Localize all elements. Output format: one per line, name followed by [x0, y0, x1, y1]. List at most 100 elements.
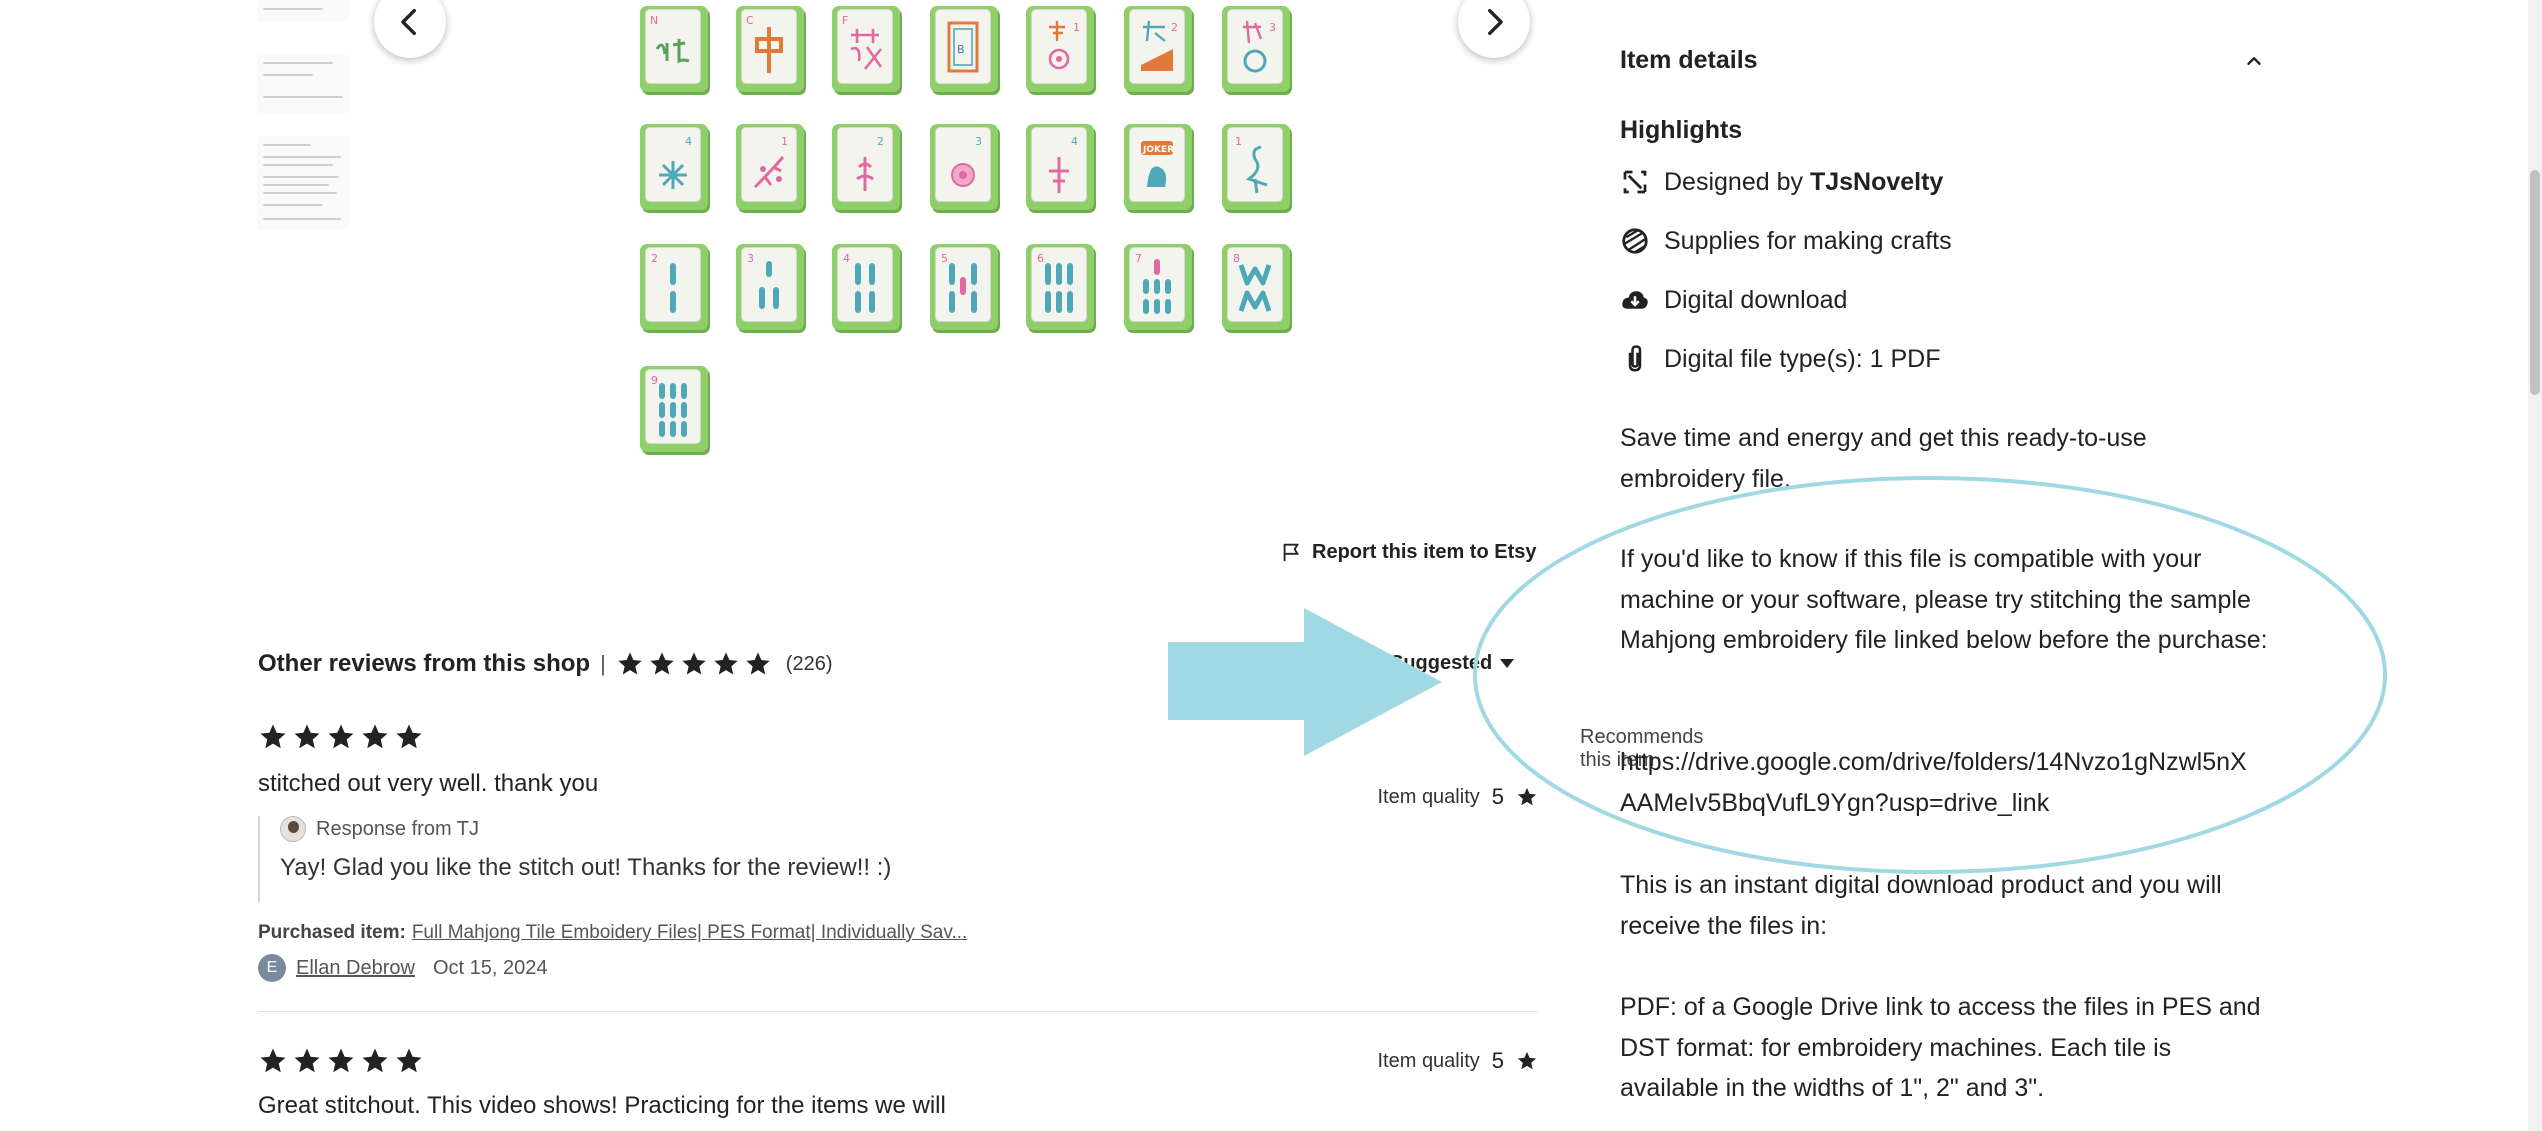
response-by: Response from TJ — [316, 817, 480, 840]
chevron-right-icon — [1488, 8, 1503, 36]
mahjong-tile: C — [736, 6, 804, 92]
svg-text:B: B — [957, 43, 965, 56]
mahjong-tile: 1 — [1026, 6, 1094, 92]
mahjong-tile: 2 — [640, 244, 708, 330]
svg-text:JOKER: JOKER — [1142, 145, 1174, 155]
mahjong-tile: 2 — [1124, 6, 1192, 92]
tile-mark: 1 — [1235, 135, 1242, 148]
tile-mark: 4 — [685, 135, 692, 148]
tile-mark: 3 — [975, 135, 982, 148]
reviews-title: Other reviews from this shop — [258, 650, 591, 677]
mahjong-tile: 3 — [1222, 6, 1290, 92]
star-icon — [396, 1048, 422, 1073]
star-icon — [294, 724, 320, 749]
star-icon — [362, 1048, 388, 1073]
scrollbar-thumb[interactable] — [2530, 170, 2540, 395]
mahjong-tile: B — [930, 6, 998, 92]
reviewer-avatar: E — [258, 954, 286, 982]
response-header: Response from TJ — [280, 816, 891, 842]
tile-mark: 1 — [781, 135, 788, 148]
highlight-designed-by: Designed by TJsNovelty — [1620, 167, 1943, 197]
tile-mark: 9 — [651, 374, 658, 387]
tile-mark: 3 — [1269, 21, 1276, 34]
paperclip-icon — [1628, 345, 1642, 372]
purchased-label: Purchased item: — [258, 922, 406, 943]
designer-icon — [1623, 170, 1647, 194]
chevron-left-icon — [401, 8, 416, 36]
review-divider — [258, 1011, 1538, 1012]
quality-label: Item quality — [1377, 1049, 1480, 1072]
description-para-4: PDF: of a Google Drive link to access th… — [1620, 993, 2261, 1102]
quality-value: 5 — [1491, 1048, 1504, 1073]
mahjong-tile: N — [640, 6, 708, 92]
highlight-supplies: Supplies for making crafts — [1620, 226, 1952, 256]
tile-mark: 4 — [1071, 135, 1078, 148]
star-icon — [260, 1048, 286, 1073]
review-count: (226) — [785, 652, 833, 675]
chevron-up-icon — [2247, 56, 2261, 65]
star-icon — [328, 1048, 354, 1073]
mahjong-tile: 8 — [1222, 244, 1290, 330]
review-card: Great stitchout. This video shows! Pract… — [258, 1046, 1538, 1131]
designer-name: TJsNovelty — [1809, 167, 1944, 196]
review-date: Oct 15, 2024 — [432, 956, 548, 979]
highlights-title: Highlights — [1620, 116, 1743, 144]
thumbnail-1[interactable] — [257, 0, 349, 22]
download-label: Digital download — [1664, 285, 1848, 314]
review-text: stitched out very well. thank you — [258, 770, 599, 797]
listing-image-tiles: N C F B 1 2 3 4 1 2 3 4 JOKER 1 2 3 4 5 … — [640, 0, 1320, 460]
mahjong-tile: F — [832, 6, 900, 92]
review-text: Great stitchout. This video shows! Pract… — [258, 1092, 946, 1119]
designed-by-prefix: Designed by — [1664, 167, 1803, 196]
tile-mark: F — [842, 14, 848, 27]
mahjong-tile: 6 — [1026, 244, 1094, 330]
mahjong-tile: JOKER — [1124, 124, 1192, 210]
star-icon — [328, 724, 354, 749]
star-icon — [396, 724, 422, 749]
mahjong-tile: 5 — [930, 244, 998, 330]
tile-mark: 3 — [747, 252, 754, 265]
gallery-next-button[interactable] — [1458, 0, 1530, 58]
response-text: Yay! Glad you like the stitch out! Thank… — [280, 854, 892, 881]
tile-mark: N — [650, 14, 658, 27]
review-stars — [258, 1046, 1538, 1076]
shop-response: Response from TJ Yay! Glad you like the … — [258, 816, 891, 902]
reviewer-info: E Ellan Debrow Oct 15, 2024 — [258, 954, 547, 982]
mahjong-tile: 7 — [1124, 244, 1192, 330]
tile-mark: 2 — [877, 135, 884, 148]
yarn-icon — [1622, 228, 1648, 254]
thumbnail-2[interactable] — [257, 54, 349, 114]
star-icon — [650, 652, 674, 675]
star-icon — [1517, 1051, 1537, 1070]
gallery-prev-button[interactable] — [374, 0, 446, 58]
tile-mark: 4 — [843, 252, 850, 265]
item-details-title: Item details — [1620, 46, 1758, 74]
shop-avatar — [280, 816, 306, 842]
highlight-oval-annotation — [1473, 476, 2387, 874]
flag-icon — [1283, 543, 1300, 562]
item-details-toggle[interactable]: Item details — [1620, 46, 2265, 75]
purchased-item: Purchased item: Full Mahjong Tile Emboide… — [258, 922, 967, 944]
reviewer-name-link[interactable]: Ellan Debrow — [296, 957, 415, 980]
separator: | — [600, 651, 606, 676]
star-icon — [618, 652, 642, 675]
page-scrollbar[interactable] — [2528, 0, 2542, 1131]
shop-rating-stars — [616, 650, 772, 678]
mahjong-tile: 3 — [736, 244, 804, 330]
highlight-file-types: Digital file type(s): 1 PDF — [1620, 344, 1940, 374]
tile-mark: 6 — [1037, 252, 1044, 265]
file-types-label: Digital file type(s): 1 PDF — [1664, 344, 1941, 373]
quality-label: Item quality — [1377, 785, 1480, 808]
reviews-header: Other reviews from this shop | (226) — [258, 650, 833, 678]
star-icon — [294, 1048, 320, 1073]
highlight-download: Digital download — [1620, 285, 1847, 315]
mahjong-tile: 1 — [736, 124, 804, 210]
arrow-annotation — [1168, 608, 1442, 756]
supplies-label: Supplies for making crafts — [1664, 226, 1952, 255]
mahjong-tile: 1 — [1222, 124, 1290, 210]
star-icon — [714, 652, 738, 675]
thumbnail-3[interactable] — [257, 136, 349, 230]
tile-mark: 2 — [1171, 21, 1178, 34]
purchased-item-link[interactable]: Full Mahjong Tile Emboidery Files| PES F… — [412, 922, 967, 943]
mahjong-tile: 3 — [930, 124, 998, 210]
